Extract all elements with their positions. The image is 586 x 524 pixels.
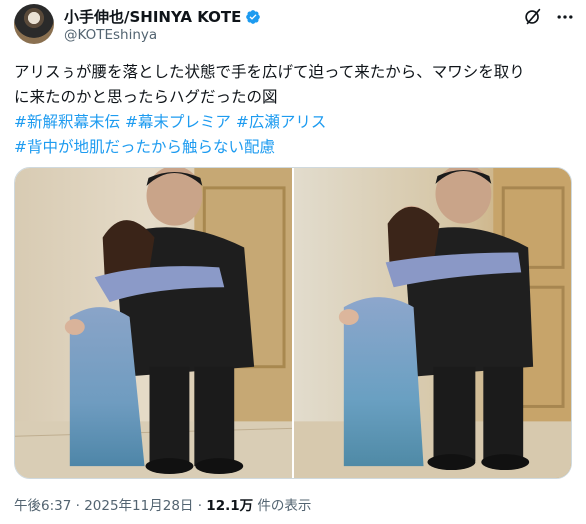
tweet-date[interactable]: 2025年11月28日 — [84, 498, 193, 514]
hashtag-link[interactable]: #新解釈幕末伝 — [14, 113, 120, 131]
author-handle[interactable]: @KOTEshinya — [64, 27, 157, 43]
tweet-text-line: に来たのかと思ったらハグだったの図 — [14, 85, 574, 110]
tweet-text-line: アリスぅが腰を落とした状態で手を広げて迫って来たから、マワシを取り — [14, 60, 574, 85]
tweet-time[interactable]: 午後6:37 — [14, 498, 71, 514]
views-count: 12.1万 — [206, 498, 254, 514]
tweet-text-segment: アリスぅが腰を落とした状態で手を広げて迫って来たから、マワシを取り — [14, 63, 525, 81]
tweet-text-line: #新解釈幕末伝 #幕末プレミア #広瀬アリス — [14, 110, 574, 135]
tweet-text-segment: に来たのかと思ったらハグだったの図 — [14, 88, 278, 106]
hashtag-link[interactable]: #広瀬アリス — [236, 113, 327, 131]
media-grid — [14, 167, 572, 479]
tweet-text: アリスぅが腰を落とした状態で手を広げて迫って来たから、マワシを取り に来たのかと思… — [14, 60, 574, 160]
author-display-name[interactable]: 小手伸也/SHINYA KOTE — [64, 6, 241, 27]
hashtag-link[interactable]: #幕末プレミア — [125, 113, 231, 131]
meta-separator: · — [193, 498, 207, 514]
tweet-meta: 午後6:37 · 2025年11月28日 · 12.1万 件の表示 — [14, 494, 311, 514]
hashtag-link[interactable]: #背中が地肌だったから触らない配慮 — [14, 138, 275, 156]
photo-icon — [294, 168, 571, 478]
more-icon[interactable] — [554, 6, 576, 28]
author-name-row: 小手伸也/SHINYA KOTE — [64, 6, 261, 27]
grok-icon[interactable] — [522, 6, 544, 28]
photo-icon — [15, 168, 292, 478]
photo-1[interactable] — [15, 168, 292, 478]
photo-2[interactable] — [294, 168, 571, 478]
meta-separator: · — [71, 498, 85, 514]
verified-badge-icon — [246, 9, 261, 24]
views-label: 件の表示 — [253, 498, 312, 514]
tweet-card: 小手伸也/SHINYA KOTE @KOTEshinya アリスぅが腰を落とした… — [0, 0, 586, 524]
author-avatar[interactable] — [14, 4, 54, 44]
tweet-text-line: #背中が地肌だったから触らない配慮 — [14, 135, 574, 160]
